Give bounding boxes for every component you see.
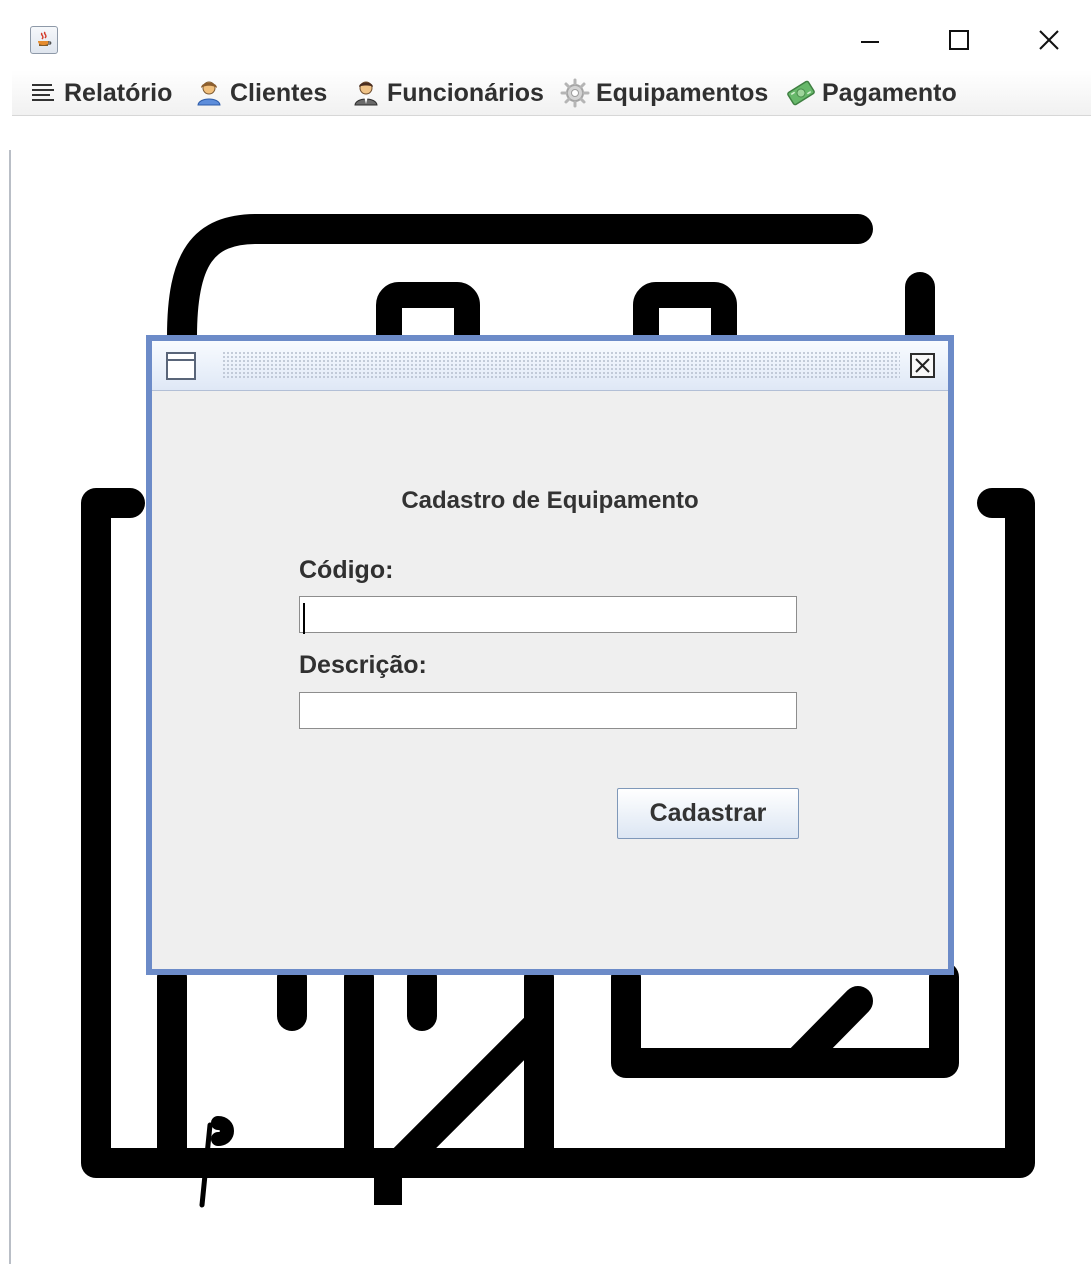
list-icon [28,78,58,108]
menu-relatorio[interactable]: Relatório [28,70,172,116]
descricao-input[interactable] [299,692,797,729]
java-cup-icon [38,31,52,46]
close-icon [915,358,930,373]
menu-equipamentos[interactable]: Equipamentos [560,70,768,116]
window-left-border-gap [0,0,11,150]
maximize-icon [949,30,969,50]
gear-icon [560,78,590,108]
dialog-close-button[interactable] [910,353,935,378]
cadastrar-button[interactable]: Cadastrar [617,788,799,839]
menu-pagamento[interactable]: Pagamento [786,70,957,116]
dialog-titlebar[interactable] [152,341,948,391]
menu-equipamentos-label: Equipamentos [596,78,769,107]
window-icon [166,352,196,380]
menu-clientes-label: Clientes [230,78,328,107]
close-icon [1039,30,1059,50]
minimize-icon [861,41,879,43]
window-titlebar[interactable] [12,8,1091,70]
dialog-content: Cadastro de Equipamento Código: Descriçã… [152,341,948,969]
window-left-border [9,0,11,1264]
equipment-dialog: Cadastro de Equipamento Código: Descriçã… [146,335,954,975]
menu-funcionarios[interactable]: Funcionários [351,70,544,116]
menu-pagamento-label: Pagamento [822,78,957,107]
menu-bar: Relatório Clientes Funcionários Equipame… [12,70,1091,116]
maximize-button[interactable] [924,16,994,64]
close-button[interactable] [1014,16,1084,64]
codigo-input[interactable] [299,596,797,633]
codigo-label: Código: [299,556,394,584]
text-caret [303,603,305,634]
minimize-button[interactable] [835,16,905,64]
money-icon [786,78,816,108]
dialog-title-pattern [222,351,900,379]
dialog-heading: Cadastro de Equipamento [401,487,699,514]
user-icon [194,78,224,108]
menu-clientes[interactable]: Clientes [194,70,327,116]
employee-icon [351,78,381,108]
menu-relatorio-label: Relatório [64,78,173,107]
descricao-label: Descrição: [299,651,427,679]
menu-funcionarios-label: Funcionários [387,78,544,107]
java-app-icon [30,26,58,54]
